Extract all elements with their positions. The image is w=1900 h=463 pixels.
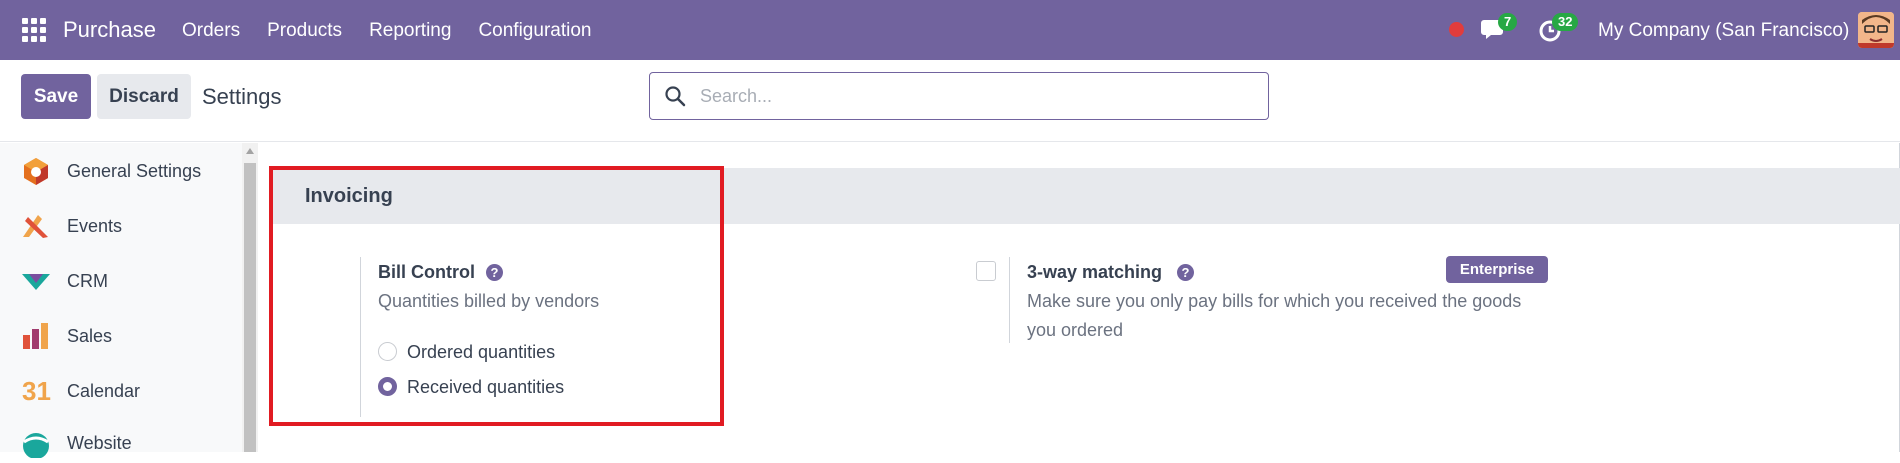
save-button[interactable]: Save [21,74,91,119]
sidebar-item-label: Website [67,432,132,453]
sidebar-item-label: CRM [67,270,108,291]
app-name[interactable]: Purchase [63,17,156,43]
top-navbar: Purchase Orders Products Reporting Confi… [0,0,1900,60]
three-way-matching-description: Make sure you only pay bills for which y… [1027,291,1522,340]
sidebar-scrollbar[interactable] [242,143,258,452]
sidebar-item-label: Sales [67,325,113,346]
chat-count-badge: 7 [1498,13,1518,31]
three-way-matching-checkbox[interactable] [976,261,996,281]
events-icon [20,211,52,241]
menu-orders[interactable]: Orders [182,20,240,42]
three-way-matching-label: 3-way matching [1027,262,1163,282]
scroll-thumb[interactable] [244,163,256,452]
crm-icon [20,266,52,296]
sales-icon [20,321,52,351]
page-title: Settings [202,84,282,109]
help-icon[interactable]: ? [1177,264,1194,281]
sidebar-item-label: General Settings [67,160,202,181]
highlight-annotation-box [269,166,724,426]
discard-button[interactable]: Discard [97,74,191,119]
sidebar-item-calendar[interactable]: 31 Calendar [20,376,140,406]
company-switcher[interactable]: My Company (San Francisco) [1598,20,1849,42]
setting-divider [1009,257,1010,343]
general-settings-icon [20,156,52,186]
recording-indicator-icon[interactable] [1449,22,1464,37]
apps-grid-icon[interactable] [22,18,46,42]
sidebar-item-general-settings[interactable]: General Settings [20,156,201,186]
activity-count-badge: 32 [1552,13,1579,31]
main-menu: Orders Products Reporting Configuration [182,20,591,42]
menu-reporting[interactable]: Reporting [369,20,451,42]
menu-configuration[interactable]: Configuration [478,20,591,42]
enterprise-badge[interactable]: Enterprise [1446,256,1548,283]
search-icon [665,86,686,107]
calendar-icon: 31 [22,376,51,406]
sidebar-item-sales[interactable]: Sales [20,321,112,351]
sidebar-item-label: Calendar [67,380,141,401]
user-avatar[interactable] [1858,12,1894,48]
control-panel: Save Discard Settings [0,60,1900,142]
menu-products[interactable]: Products [267,20,342,42]
sidebar-item-website[interactable]: Website [20,428,132,459]
sidebar-item-crm[interactable]: CRM [20,266,108,296]
search-box[interactable] [649,72,1269,120]
website-icon [20,428,52,459]
sidebar-item-events[interactable]: Events [20,211,122,241]
scroll-up-arrow-icon[interactable] [246,148,254,154]
settings-sidebar: General Settings Events CRM Sales 31 Cal… [0,143,242,459]
sidebar-item-label: Events [67,215,123,236]
search-input[interactable] [700,84,1240,108]
